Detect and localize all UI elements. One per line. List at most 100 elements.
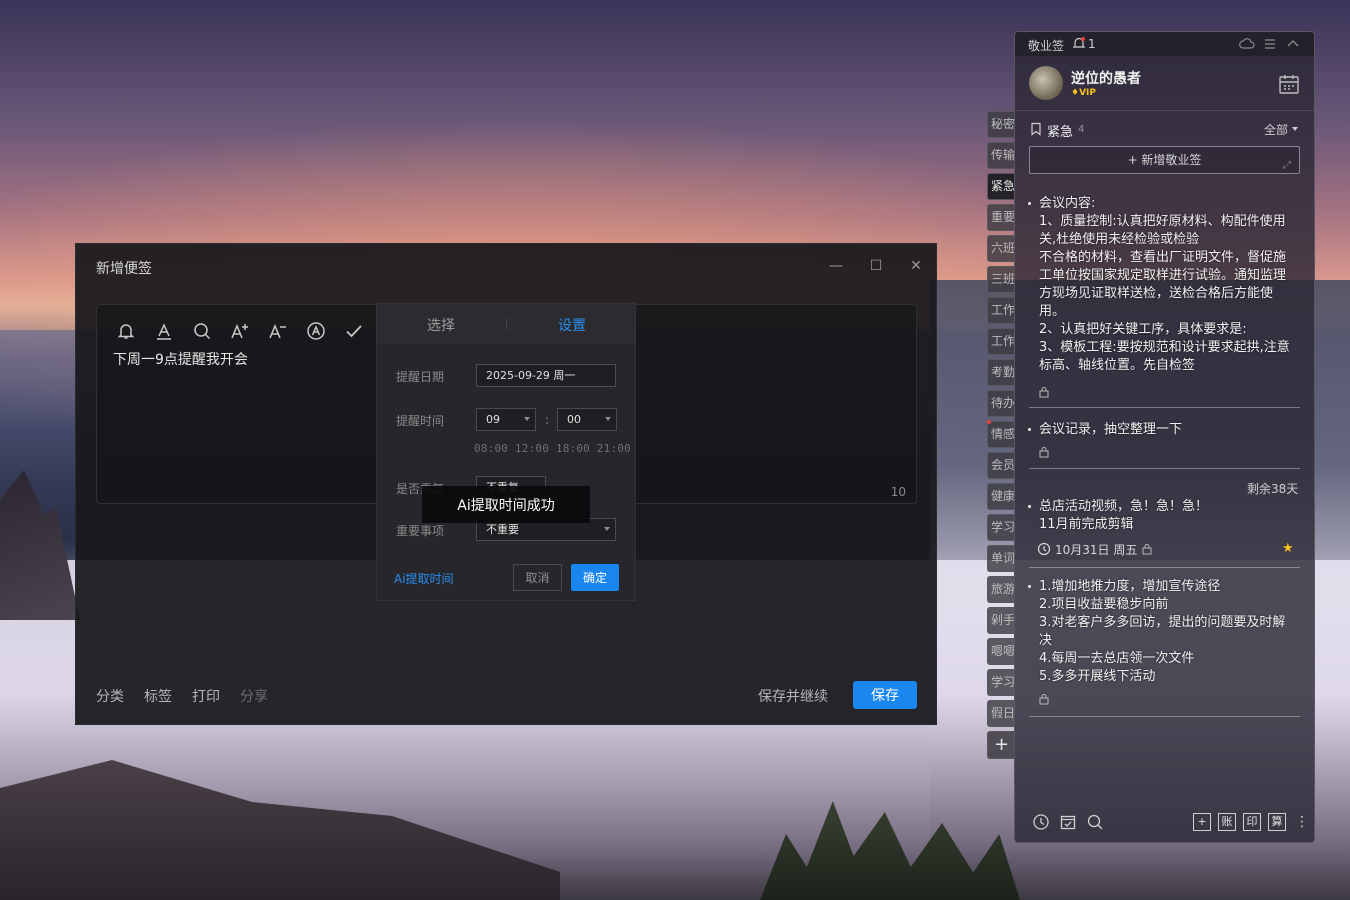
checklist-icon[interactable] [1059,813,1077,831]
search-icon[interactable] [1086,813,1104,831]
char-count: 10 [890,485,906,499]
lock-icon [1039,447,1049,458]
history-clock-icon[interactable] [1032,813,1050,831]
note-divider [1029,468,1300,469]
side-tab[interactable]: 学习 [987,514,1015,541]
search-icon[interactable] [190,319,214,343]
side-tab[interactable]: 秘密 [987,111,1015,138]
cancel-button[interactable]: 取消 [513,564,562,591]
ai-extract-time-link[interactable]: Ai提取时间 [394,570,454,587]
due-date: 10月31日 周五 [1055,543,1138,557]
side-tab[interactable]: 考勤 [987,359,1015,386]
notification-bell-icon[interactable] [1072,36,1086,50]
print-link[interactable]: 打印 [192,686,220,706]
side-tab[interactable]: 学习 [987,669,1015,696]
side-tab[interactable]: 假日 [987,700,1015,727]
note-item[interactable]: 会议内容: 1、质量控制:认真把好原材料、构配件使用 关,杜绝使用未经检验或检验不合… [1028,195,1304,375]
tag-link[interactable]: 标签 [144,686,172,706]
reminder-popover: 选择 设置 提醒日期 2025-09-29 周一 提醒时间 09 : 00 08… [376,303,636,601]
note-bullet [1028,428,1031,431]
side-tab[interactable]: 待办 [987,390,1015,417]
category-count: 4 [1078,124,1085,135]
note-line: 总店活动视频，急！急！急！ [1039,499,1209,514]
note-line: 4.每周一去总店领一次文件 [1039,651,1195,666]
menu-icon[interactable] [1262,36,1278,52]
side-tab[interactable]: 紧急 [987,173,1015,200]
add-box-button[interactable]: + [1193,813,1211,831]
share-link[interactable]: 分享 [240,686,268,706]
side-tab[interactable]: 工作 [987,328,1015,355]
side-tab[interactable]: 健康 [987,483,1015,510]
side-tab[interactable]: 传输 [987,142,1015,169]
reminder-date-label: 提醒日期 [396,370,445,384]
note-divider [1029,567,1300,568]
cloud-sync-icon[interactable] [1239,36,1255,52]
font-decrease-icon[interactable] [266,319,290,343]
note-item[interactable]: 会议记录，抽空整理一下 [1028,421,1304,439]
stamp-button[interactable]: 印 [1243,813,1261,831]
chevron-down-icon [604,527,610,531]
filter-dropdown[interactable]: 全部 [1264,121,1288,138]
close-button[interactable]: ✕ [906,256,926,276]
clock-icon [1037,542,1051,556]
ai-icon[interactable] [304,319,328,343]
star-icon[interactable]: ★ [1282,541,1294,556]
save-continue-button[interactable]: 保存并继续 [758,686,828,706]
side-tab[interactable]: 六班 [987,235,1015,262]
calendar-icon[interactable] [1277,72,1301,96]
note-line: 关,杜绝使用未经检验或检验 [1039,232,1200,247]
side-tab[interactable]: 剁手 [987,607,1015,634]
category-link[interactable]: 分类 [96,686,124,706]
maximize-button[interactable]: ☐ [866,256,886,276]
note-divider [1029,407,1300,408]
avatar[interactable] [1029,66,1063,100]
tab-select[interactable]: 选择 [427,315,455,335]
reminder-date-field[interactable]: 2025-09-29 周一 [476,364,616,387]
more-options-icon[interactable]: ⋮ [1295,813,1309,831]
tab-settings[interactable]: 设置 [558,315,586,335]
notification-count: 1 [1088,37,1096,51]
expand-icon[interactable]: ⤢ [1283,153,1291,179]
note-bullet [1028,202,1031,205]
note-item[interactable]: 总店活动视频，急！急！急！ 11月前完成剪辑 [1028,498,1304,534]
note-line: 11月前完成剪辑 [1039,517,1134,532]
note-divider [1029,716,1300,717]
bookmark-icon [1031,122,1041,136]
bell-icon[interactable] [114,319,138,343]
side-tab[interactable]: 单词 [987,545,1015,572]
confirm-button[interactable]: 确定 [571,564,619,591]
calculate-button[interactable]: 算 [1268,813,1286,831]
note-text[interactable]: 下周一9点提醒我开会 [113,349,248,369]
quick-time-options[interactable]: 08:00 12:00 18:00 21:00 [474,442,631,455]
account-button[interactable]: 账 [1218,813,1236,831]
note-line: 不合格的材料，查看出厂证明文件，督促施 [1039,250,1287,265]
side-tab[interactable]: 会员 [987,452,1015,479]
note-line: 标高、轴线位置。先自检签 [1039,358,1196,373]
add-note-button[interactable]: + 新增敬业签 ⤢ [1029,146,1300,174]
text-color-icon[interactable] [152,319,176,343]
note-line: 1、质量控制:认真把好原材料、构配件使用 [1039,214,1286,229]
rocks-background [0,470,80,620]
note-line: 3.对老客户多多回访，提出的问题要及时解 [1039,615,1286,630]
side-tab[interactable]: 重要 [987,204,1015,231]
header-divider [1015,110,1314,111]
note-item[interactable]: 1.增加地推力度，增加宣传途径 2.项目收益要稳步向前 3.对老客户多多回访，提出的… [1028,578,1304,686]
check-icon[interactable] [342,319,366,343]
save-button[interactable]: 保存 [853,681,917,709]
side-tab[interactable]: 嗯嗯 [987,638,1015,665]
success-toast: Ai提取时间成功 [422,486,590,523]
collapse-icon[interactable] [1285,36,1301,52]
font-increase-icon[interactable] [228,319,252,343]
note-line: 会议内容: [1039,196,1096,211]
minute-select[interactable]: 00 [557,408,617,431]
add-category-button[interactable]: + [987,731,1015,759]
hour-select[interactable]: 09 [476,408,536,431]
side-tab[interactable]: 情感 [987,421,1015,448]
note-line: 会议记录，抽空整理一下 [1039,422,1183,437]
minimize-button[interactable]: — [826,256,846,276]
side-tab[interactable]: 工作 [987,297,1015,324]
hour-value: 09 [486,413,500,426]
chevron-down-icon [1292,127,1298,131]
side-tab[interactable]: 旅游 [987,576,1015,603]
side-tab[interactable]: 三班 [987,266,1015,293]
